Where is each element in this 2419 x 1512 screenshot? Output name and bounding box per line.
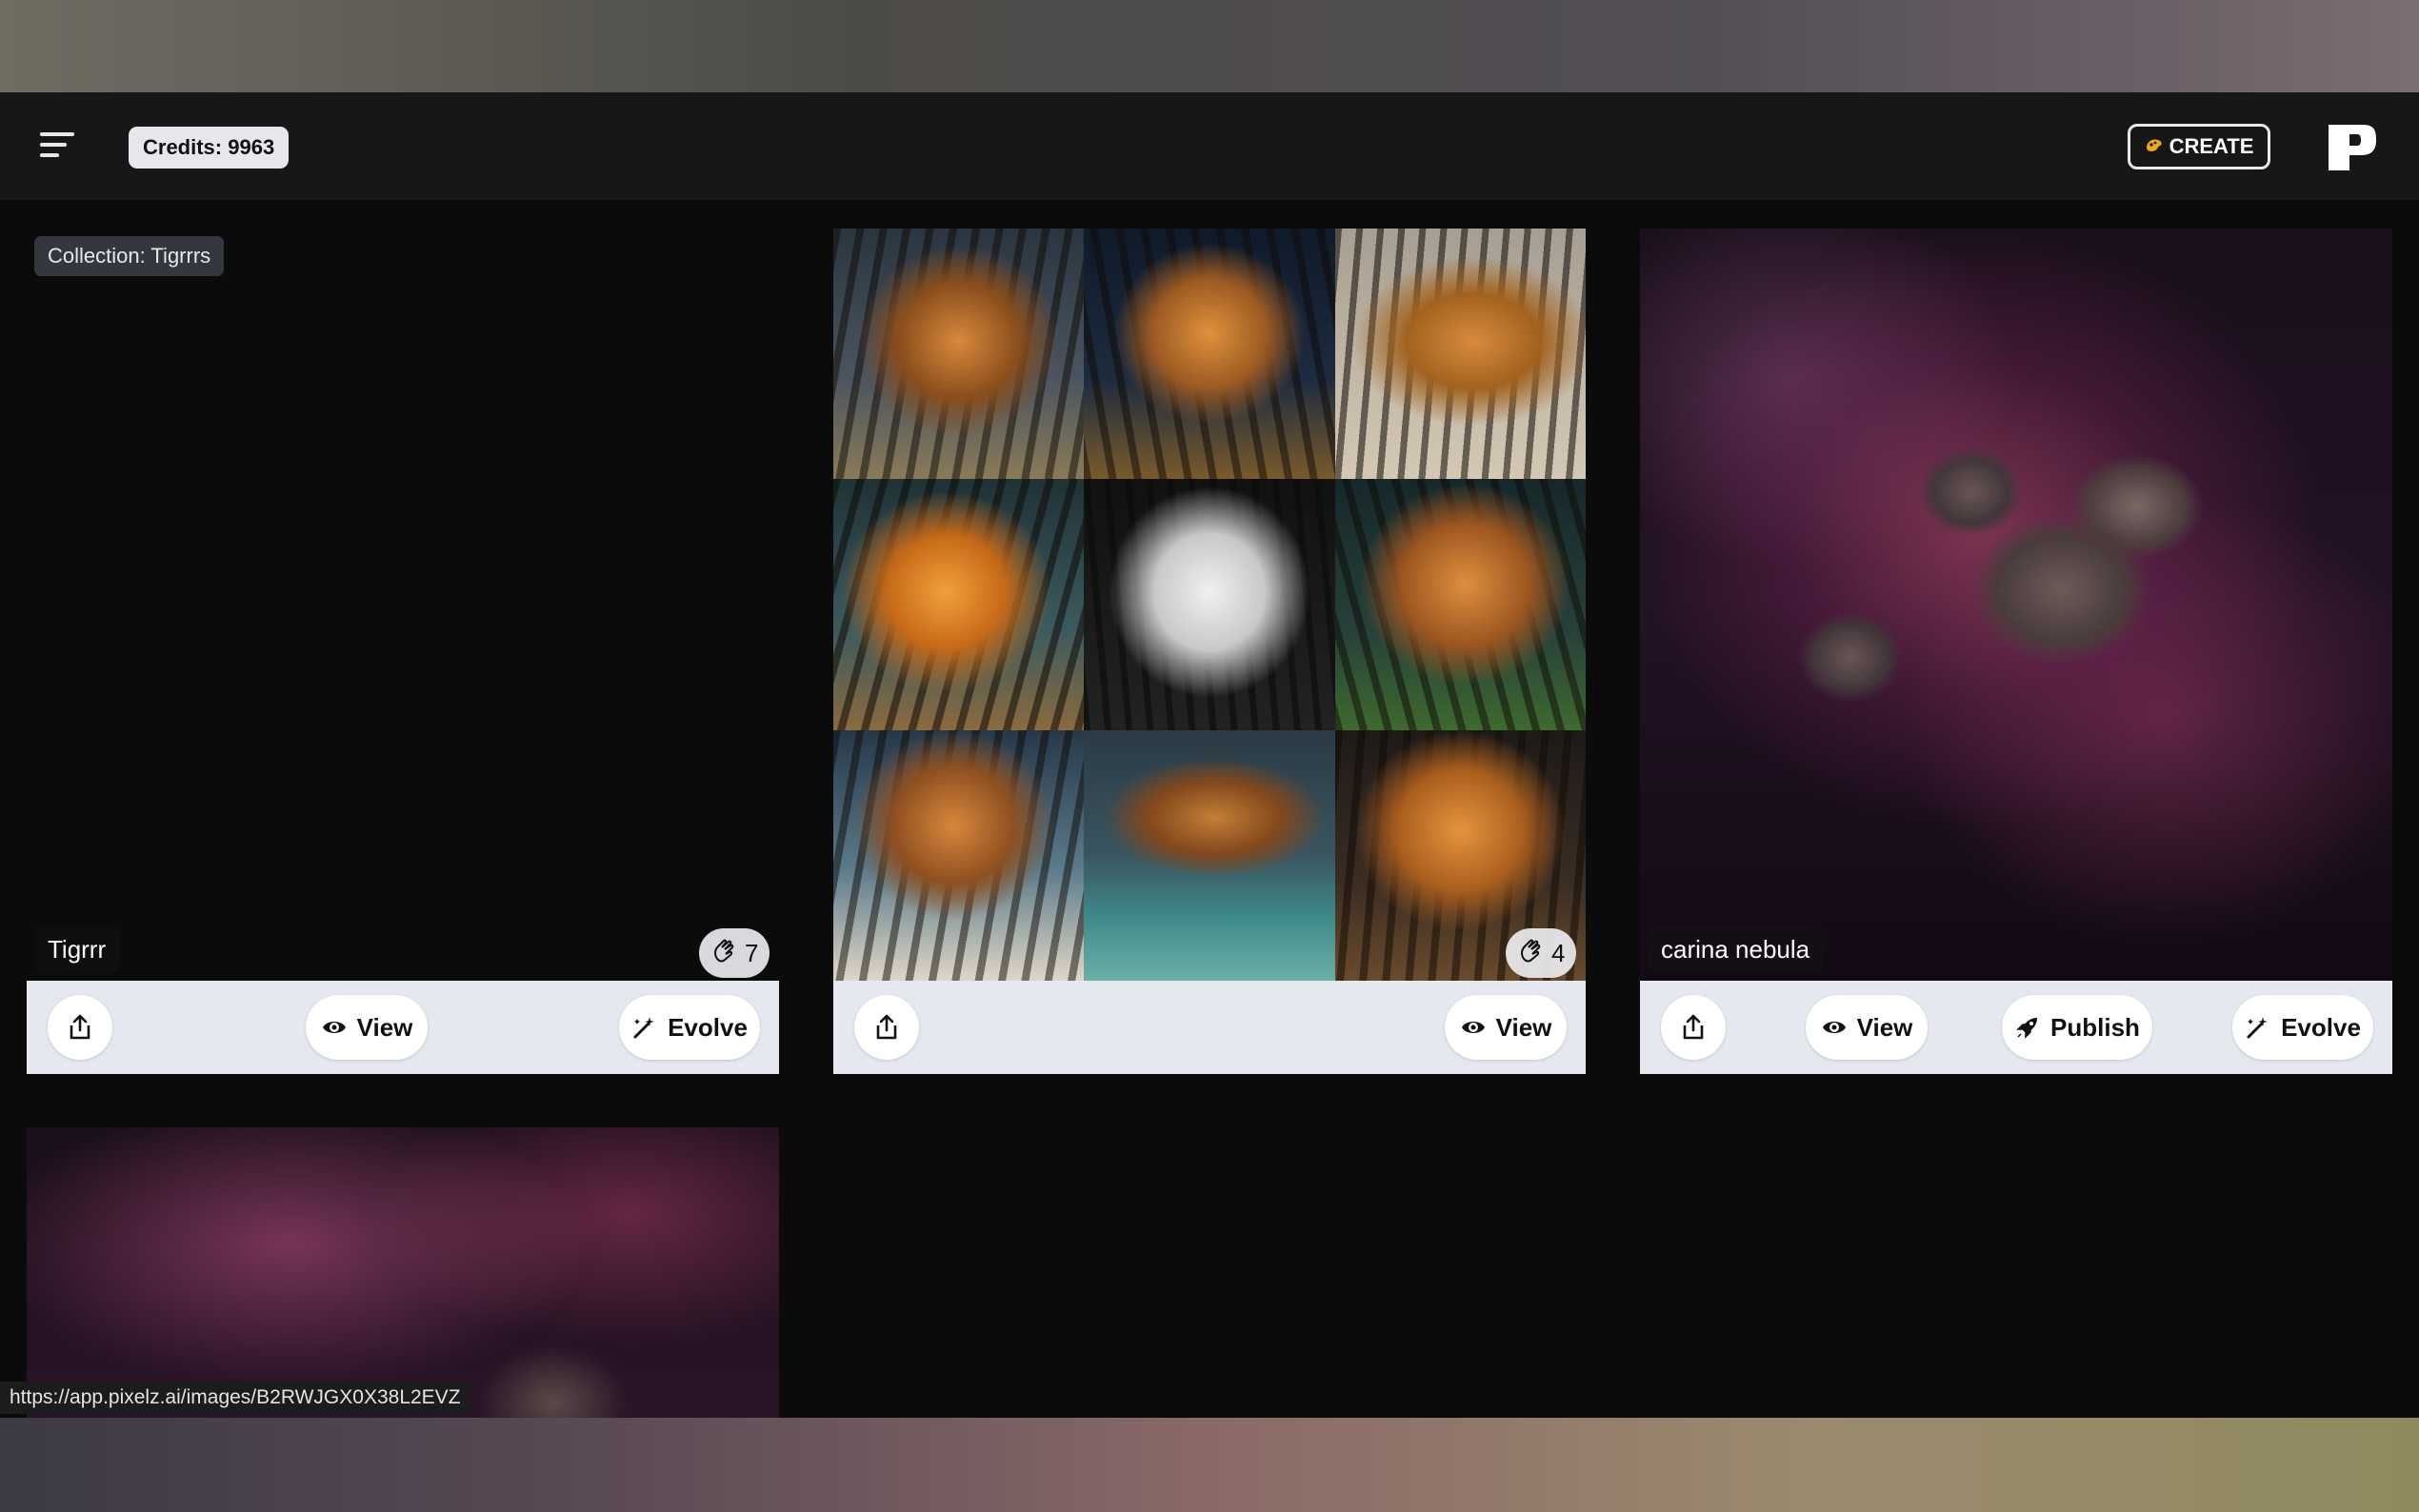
view-button[interactable]: View [306, 995, 428, 1060]
card-action-bar: View Evolve [27, 981, 779, 1074]
thumbnail [833, 729, 1085, 981]
image-title: carina nebula [1648, 926, 1824, 972]
publish-label: Publish [2050, 1012, 2140, 1042]
top-navigation-bar: Credits: 9963 CREATE [0, 92, 2419, 200]
nebula-image-2[interactable] [27, 1127, 779, 1418]
nebula-image[interactable]: carina nebula [1640, 229, 2392, 981]
psychedelic-image-2[interactable] [1640, 1127, 2392, 1418]
view-label: View [1495, 1012, 1552, 1042]
share-button[interactable] [48, 995, 112, 1060]
image-card-carina-nebula: carina nebula View Publish Evolve [1640, 229, 2392, 1074]
share-icon [876, 1014, 897, 1040]
link-preview-url: https://app.pixelz.ai/images/B2RWJGX0X38… [0, 1382, 470, 1414]
app-window: Credits: 9963 CREATE Collection: Tigrrrs… [0, 92, 2419, 1418]
likes-badge[interactable]: 4 [1506, 928, 1577, 978]
likes-count: 4 [1551, 938, 1566, 967]
clap-icon [710, 937, 737, 970]
magic-wand-icon [2247, 1017, 2269, 1039]
thumbnail [833, 479, 1085, 730]
menu-icon[interactable] [36, 127, 78, 165]
evolve-label: Evolve [2281, 1012, 2361, 1042]
desktop-wallpaper-bottom [0, 1418, 2419, 1512]
card-action-bar: View Publish Evolve [1640, 981, 2392, 1074]
eye-icon [322, 1022, 346, 1033]
evolve-button[interactable]: Evolve [2232, 995, 2373, 1060]
share-icon [70, 1014, 90, 1040]
desktop-wallpaper-top [0, 0, 2419, 92]
rocket-icon [2016, 1018, 2038, 1039]
create-button[interactable]: CREATE [2128, 124, 2270, 169]
thumbnail [1334, 479, 1586, 730]
image-card-psychedelic-2 [1640, 1127, 2392, 1418]
share-icon [1683, 1014, 1704, 1040]
collection-grid-image[interactable]: 4 [833, 229, 1586, 981]
tiger-image[interactable]: Collection: Tigrrrs Tigrrr 7 [27, 229, 779, 981]
eye-icon [1461, 1022, 1485, 1033]
create-button-label: CREATE [2169, 134, 2254, 158]
evolve-label: Evolve [668, 1012, 748, 1042]
image-card-tigrrr: Collection: Tigrrrs Tigrrr 7 View Evolve [27, 229, 779, 1074]
thumbnail [833, 229, 1085, 480]
view-button[interactable]: View [1806, 995, 1928, 1060]
magic-wand-icon [633, 1017, 655, 1039]
view-label: View [356, 1012, 413, 1042]
image-card-tiger-collection: 4 View [833, 229, 1586, 1074]
likes-badge[interactable]: 7 [699, 928, 770, 978]
view-button[interactable]: View [1445, 995, 1567, 1060]
share-button[interactable] [1661, 995, 1726, 1060]
thumbnail [1084, 729, 1335, 981]
psychedelic-image[interactable] [833, 1127, 1586, 1418]
view-label: View [1856, 1012, 1913, 1042]
image-card-psychedelic-1 [833, 1127, 1586, 1418]
thumbnail [1084, 229, 1335, 480]
credits-badge: Credits: 9963 [129, 127, 290, 169]
image-card-nebula-2 [27, 1127, 779, 1418]
card-action-bar: View [833, 981, 1586, 1074]
thumbnail [1084, 479, 1335, 730]
thumbnail [1334, 229, 1586, 480]
image-title: Tigrrr [34, 926, 120, 972]
logo-p-icon[interactable] [2325, 121, 2378, 174]
clap-icon [1517, 937, 1544, 970]
publish-button[interactable]: Publish [2002, 995, 2152, 1060]
eye-icon [1822, 1022, 1846, 1033]
likes-count: 7 [745, 938, 759, 967]
paint-icon [2145, 136, 2164, 158]
share-button[interactable] [854, 995, 919, 1060]
collection-tag: Collection: Tigrrrs [34, 236, 225, 276]
evolve-button[interactable]: Evolve [619, 995, 760, 1060]
collection-thumbnail-grid [833, 229, 1586, 981]
